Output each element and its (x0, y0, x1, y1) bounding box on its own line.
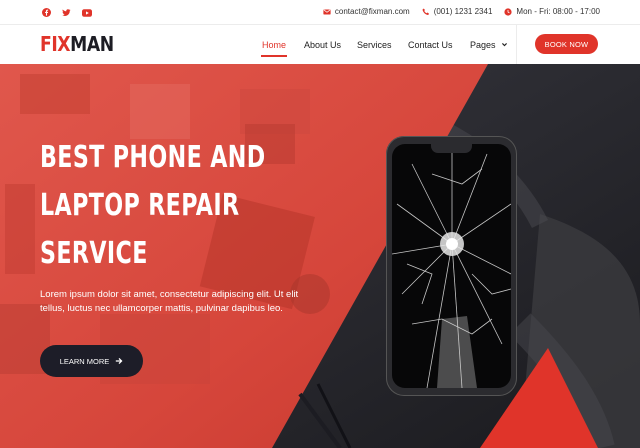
screen-cracks (392, 144, 511, 388)
logo-fix-text: FIX (40, 32, 71, 56)
book-now-button[interactable]: BOOK NOW (535, 34, 598, 54)
facebook-icon[interactable] (40, 6, 53, 19)
nav-item-home[interactable]: Home (260, 25, 288, 64)
phone-notch (431, 144, 472, 153)
nav-item-label: Pages (470, 39, 496, 50)
top-bar: contact@fixman.com (001) 1231 2341 Mon -… (0, 0, 640, 25)
learn-more-label: LEARN MORE (59, 356, 110, 366)
hours-info: Mon - Fri: 08:00 - 17:00 (504, 7, 600, 16)
phone-icon (422, 7, 430, 16)
nav-item-label: Home (262, 39, 287, 50)
hours-text: Mon - Fri: 08:00 - 17:00 (516, 7, 600, 16)
nav-item-label: About Us (304, 39, 342, 50)
twitter-icon[interactable] (60, 6, 73, 19)
hero-title: BEST PHONE AND LAPTOP REPAIR SERVICE (40, 134, 300, 278)
nav-item-label: Contact Us (408, 39, 453, 50)
arrow-right-icon (115, 357, 123, 365)
envelope-icon (323, 8, 331, 16)
phone-text: (001) 1231 2341 (433, 7, 493, 16)
chevron-down-icon (501, 41, 508, 48)
hero-description: Lorem ipsum dolor sit amet, consectetur … (40, 289, 299, 314)
clock-icon (504, 7, 513, 16)
nav-item-contact-us[interactable]: Contact Us (408, 25, 453, 64)
nav-item-pages[interactable]: Pages (470, 25, 508, 64)
hero-section: BEST PHONE AND LAPTOP REPAIR SERVICE Lor… (0, 64, 640, 448)
hero-title-line: SERVICE (40, 236, 148, 271)
phone-image (386, 136, 517, 396)
main-navbar: FIXMAN Home About Us Services Contact Us… (0, 25, 640, 64)
nav-item-about-us[interactable]: About Us (304, 25, 341, 64)
nav-divider (516, 25, 517, 64)
cracked-screen (392, 144, 511, 388)
social-links (40, 6, 93, 19)
youtube-icon[interactable] (80, 6, 93, 19)
phone-contact[interactable]: (001) 1231 2341 (422, 7, 493, 16)
nav-item-label: Services (357, 39, 392, 50)
learn-more-button[interactable]: LEARN MORE (40, 345, 143, 377)
contact-info: contact@fixman.com (001) 1231 2341 Mon -… (323, 7, 600, 16)
hero-title-line: BEST PHONE AND (40, 140, 266, 175)
email-contact[interactable]: contact@fixman.com (323, 7, 410, 16)
logo-man-text: MAN (70, 32, 114, 56)
email-text: contact@fixman.com (334, 7, 410, 16)
site-logo[interactable]: FIXMAN (40, 33, 114, 55)
nav-item-services[interactable]: Services (357, 25, 392, 64)
hero-title-line: LAPTOP REPAIR (40, 188, 240, 223)
